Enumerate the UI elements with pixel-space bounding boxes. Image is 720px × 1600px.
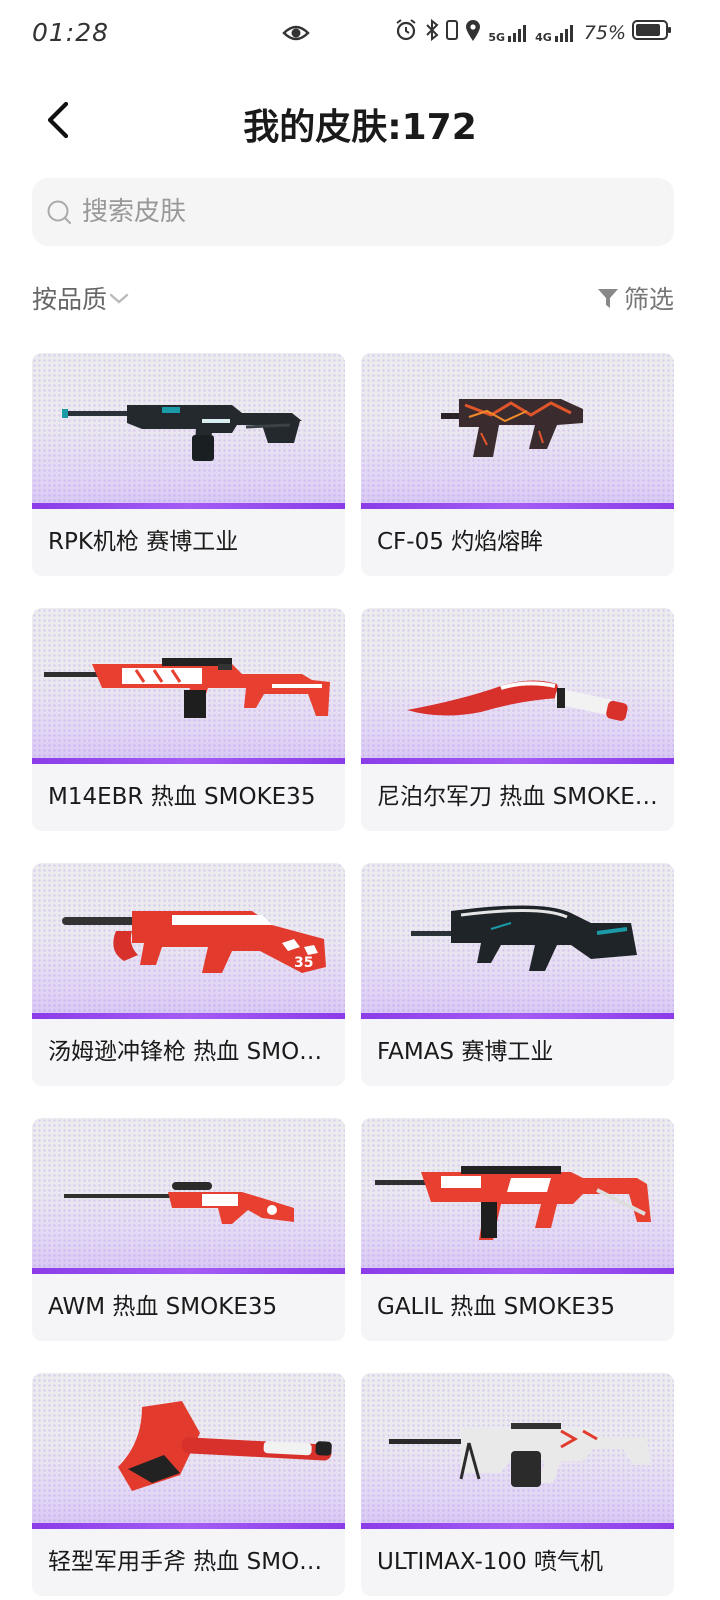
rifle-icon: [62, 405, 302, 461]
skin-name: 尼泊尔军刀 热血 SMOKE35: [377, 784, 665, 810]
skin-name: 轻型军用手斧 热血 SMOKE35: [48, 1549, 345, 1575]
rifle-icon: [44, 658, 330, 718]
skin-image: [32, 353, 345, 509]
rifle-icon: [411, 905, 637, 971]
status-icons: 5G 4G 75%: [394, 18, 672, 47]
search-icon: [47, 200, 71, 224]
page-title: 我的皮肤:172: [243, 107, 477, 148]
smg-icon: 35: [62, 911, 326, 973]
battery-icon: [632, 19, 672, 46]
search-bar[interactable]: [32, 178, 674, 246]
skin-name: CF-05 灼焰熔眸: [377, 529, 544, 555]
sort-dropdown[interactable]: 按品质: [32, 280, 131, 316]
filter-label: 筛选: [623, 285, 674, 314]
filter-icon: [597, 289, 618, 308]
signal-icon-2: 4G: [535, 23, 576, 43]
skin-image: [32, 608, 345, 764]
skin-name: RPK机枪 赛博工业: [48, 529, 239, 555]
smg-icon: [441, 399, 583, 457]
skin-image: [361, 608, 674, 764]
sniper-icon: [64, 1182, 294, 1224]
hatchet-icon: [118, 1401, 332, 1491]
skin-card[interactable]: M14EBR 热血 SMOKE35: [32, 608, 345, 831]
bluetooth-icon: [424, 18, 440, 47]
skin-card[interactable]: ULTIMAX-100 喷气机: [361, 1373, 674, 1596]
skin-image: [361, 1373, 674, 1529]
decal-text: 35: [294, 955, 313, 971]
skin-card[interactable]: RPK机枪 赛博工业: [32, 353, 345, 576]
knife-icon: [407, 680, 628, 721]
eye-icon: [282, 22, 310, 48]
rifle-icon: [375, 1166, 651, 1240]
skin-name: ULTIMAX-100 喷气机: [377, 1549, 604, 1575]
skin-card[interactable]: 轻型军用手斧 热血 SMOKE35: [32, 1373, 345, 1596]
signal-icon: 5G: [488, 23, 529, 43]
skin-image: [361, 353, 674, 509]
skin-card[interactable]: FAMAS 赛博工业: [361, 863, 674, 1086]
location-icon: [464, 18, 482, 47]
skin-image: [361, 1118, 674, 1274]
skin-image: [32, 1373, 345, 1529]
status-time: 01:28: [32, 18, 110, 47]
vibrate-battery-icon: [446, 19, 459, 46]
skin-image: [361, 863, 674, 1019]
battery-percent: 75%: [583, 21, 626, 44]
chevron-down-icon: [109, 293, 129, 304]
search-input[interactable]: [80, 196, 644, 228]
header: 我的皮肤:172: [0, 78, 720, 164]
skin-name: M14EBR 热血 SMOKE35: [48, 784, 316, 810]
skin-name: GALIL 热血 SMOKE35: [377, 1294, 616, 1320]
skin-card[interactable]: GALIL 热血 SMOKE35: [361, 1118, 674, 1341]
status-bar: 01:28 5G 4G 75%: [0, 0, 720, 68]
sort-label: 按品质: [32, 285, 108, 314]
network-1-label: 5G: [488, 30, 506, 44]
skin-name: 汤姆逊冲锋枪 热血 SMOKE35: [48, 1039, 345, 1065]
skin-card[interactable]: 尼泊尔军刀 热血 SMOKE35: [361, 608, 674, 831]
skin-image: [32, 1118, 345, 1274]
filter-button[interactable]: 筛选: [596, 280, 674, 316]
skin-image: 35: [32, 863, 345, 1019]
alarm-icon: [394, 18, 418, 47]
skin-card[interactable]: 35 汤姆逊冲锋枪 热血 SMOKE35: [32, 863, 345, 1086]
skin-name: FAMAS 赛博工业: [377, 1039, 554, 1065]
skin-name: AWM 热血 SMOKE35: [48, 1294, 278, 1320]
skin-card[interactable]: CF-05 灼焰熔眸: [361, 353, 674, 576]
skin-grid: RPK机枪 赛博工业 CF-05 灼焰熔眸 M14EBR 热血 SMOKE35 …: [32, 353, 674, 1596]
network-2-label: 4G: [535, 30, 552, 44]
skin-card[interactable]: AWM 热血 SMOKE35: [32, 1118, 345, 1341]
machine-gun-icon: [389, 1423, 651, 1487]
